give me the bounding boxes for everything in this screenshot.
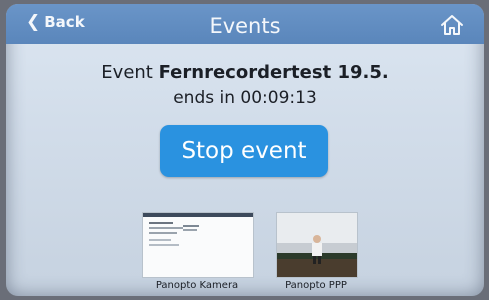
chevron-left-icon: ❮ — [26, 11, 41, 32]
home-icon — [441, 15, 463, 35]
touch-panel-screen: ❮ Back Events Event Fernrecordertest 19.… — [6, 4, 484, 296]
event-countdown: ends in 00:09:13 — [173, 88, 317, 108]
event-name: Fernrecordertest 19.5. — [158, 62, 389, 83]
back-label: Back — [44, 13, 85, 31]
home-button[interactable] — [440, 14, 464, 36]
source-thumbnail-ppp — [276, 212, 358, 278]
stop-event-button[interactable]: Stop event — [160, 125, 328, 177]
source-thumbnail-kamera — [142, 212, 254, 278]
screen-preview-image — [143, 213, 253, 277]
event-prefix: Event — [101, 62, 153, 83]
camera-preview-image — [277, 213, 357, 277]
top-bar: ❮ Back Events — [6, 4, 484, 44]
back-button[interactable]: ❮ Back — [26, 13, 85, 31]
source-label-kamera: Panopto Kamera — [155, 280, 239, 291]
event-name-line: Event Fernrecordertest 19.5. — [6, 62, 484, 83]
source-label-ppp: Panopto PPP — [285, 280, 347, 291]
